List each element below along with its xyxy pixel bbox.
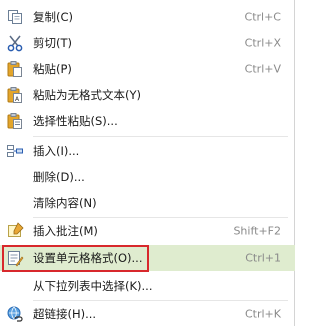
menu-item-paste-plain-text[interactable]: A 粘贴为无格式文本(Y) — [0, 82, 295, 108]
menu-item-shortcut: Ctrl+1 — [245, 251, 281, 265]
menu-item-label: 剪切(T) — [33, 36, 72, 50]
menu-item-shortcut: Ctrl+X — [244, 36, 281, 50]
menu-item-label: 插入批注(M) — [33, 224, 98, 238]
menu-item-label: 粘贴为无格式文本(Y) — [33, 88, 141, 102]
menu-item-paste[interactable]: 粘贴(P) Ctrl+V — [0, 56, 295, 82]
menu-item-label: 设置单元格格式(O)... — [33, 251, 143, 265]
menu-item-cut[interactable]: 剪切(T) Ctrl+X — [0, 30, 295, 56]
paste-text-icon: A — [6, 86, 24, 104]
menu-item-pick-from-dropdown[interactable]: 从下拉列表中选择(K)... — [0, 273, 295, 299]
copy-icon — [6, 8, 24, 26]
menu-item-hyperlink[interactable]: 超链接(H)... Ctrl+K — [0, 301, 295, 327]
menu-item-insert[interactable]: 插入(I)... — [0, 138, 295, 164]
insert-icon — [6, 142, 24, 160]
menu-item-label: 超链接(H)... — [33, 307, 97, 321]
menu-item-delete[interactable]: 删除(D)... — [0, 164, 295, 190]
menu-item-shortcut: Ctrl+K — [244, 307, 281, 321]
menu-item-copy[interactable]: 复制(C) Ctrl+C — [0, 4, 295, 30]
menu-item-format-cells[interactable]: 设置单元格格式(O)... Ctrl+1 — [0, 245, 295, 271]
scissors-icon — [6, 34, 24, 52]
menu-item-shortcut: Ctrl+C — [244, 10, 281, 24]
menu-item-label: 粘贴(P) — [33, 62, 72, 76]
menu-item-label: 选择性粘贴(S)... — [33, 114, 118, 128]
hyperlink-icon — [6, 305, 24, 323]
context-menu: 复制(C) Ctrl+C 剪切(T) Ctrl+X 粘贴(P) Ctrl+V A… — [0, 0, 295, 326]
menu-item-label: 复制(C) — [33, 10, 74, 24]
paste-icon — [6, 60, 24, 78]
menu-item-label: 清除内容(N) — [33, 196, 97, 210]
menu-separator — [33, 136, 288, 137]
comment-icon — [6, 222, 24, 240]
menu-item-clear-contents[interactable]: 清除内容(N) — [0, 190, 295, 216]
format-cells-icon — [6, 249, 24, 267]
menu-item-paste-special[interactable]: 选择性粘贴(S)... — [0, 108, 295, 134]
menu-item-label: 删除(D)... — [33, 170, 85, 184]
menu-item-shortcut: Shift+F2 — [233, 224, 281, 238]
menu-item-label: 从下拉列表中选择(K)... — [33, 279, 153, 293]
menu-item-label: 插入(I)... — [33, 144, 80, 158]
paste-special-icon — [6, 112, 24, 130]
menu-item-insert-comment[interactable]: 插入批注(M) Shift+F2 — [0, 218, 295, 244]
menu-item-shortcut: Ctrl+V — [244, 62, 281, 76]
